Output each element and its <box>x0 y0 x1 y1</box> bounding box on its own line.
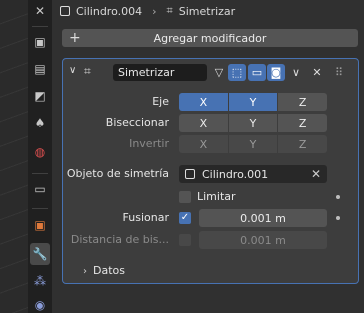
close-icon[interactable]: ✕ <box>308 64 326 81</box>
bisect-x-toggle[interactable]: X <box>179 114 228 132</box>
object-icon <box>185 169 195 179</box>
merge-label: Fusionar <box>122 211 169 224</box>
viewport-edge <box>0 0 28 313</box>
dropdown-chevron-icon[interactable]: ∨ <box>287 64 305 81</box>
chevron-right-icon: › <box>152 4 157 18</box>
wrench-screwdriver-icon: ✕ <box>34 4 46 18</box>
particles-icon: ⁂ <box>34 274 46 288</box>
merge-row: Fusionar ✓ 0.001 m <box>63 209 358 227</box>
image-icon: ◩ <box>34 89 46 103</box>
properties-tab-bar: ✕ ▣ ▤ ◩ ♠ ◍ ▭ ▣ 🔧 ⁂ ◉ <box>28 0 52 313</box>
tab-particles[interactable]: ⁂ <box>30 270 50 292</box>
chevron-right-icon: › <box>83 266 87 277</box>
world-icon: ◍ <box>34 145 46 159</box>
tab-output[interactable]: ▤ <box>30 58 50 80</box>
flip-row: Invertir X Y Z <box>63 135 358 153</box>
bisect-z-toggle[interactable]: Z <box>278 114 328 132</box>
clip-label: Limitar <box>197 190 236 203</box>
tab-tool[interactable]: ✕ <box>30 0 50 22</box>
mirror-object-field[interactable]: Cilindro.001 ✕ <box>179 165 327 183</box>
wrench-icon: 🔧 <box>32 247 48 261</box>
modifier-properties-panel: Cilindro.004 › ⌗ Simetrizar + Agregar mo… <box>52 0 364 313</box>
flip-toggle-group: X Y Z <box>179 135 328 153</box>
bisect-distance-spacer <box>179 234 191 246</box>
physics-icon: ◉ <box>34 298 46 312</box>
flip-label: Invertir <box>129 137 169 150</box>
object-square-icon: ▣ <box>34 218 46 232</box>
viewport-display-icon[interactable]: ▭ <box>248 64 266 81</box>
flip-z-toggle[interactable]: Z <box>278 135 328 153</box>
bisect-label: Biseccionar <box>105 116 169 129</box>
bisect-distance-field[interactable]: 0.001 m <box>199 231 327 249</box>
symmetrize-modifier-panel: ∨ ⌗ Simetrizar ▽ ⬚ ▭ ◙ ∨ ✕ ⠿ Eje X Y Z B… <box>62 58 359 284</box>
bisect-distance-label: Distancia de bis... <box>70 233 169 246</box>
flip-x-toggle[interactable]: X <box>179 135 228 153</box>
mirror-object-row: Objeto de simetría Cilindro.001 ✕ <box>63 165 358 183</box>
add-modifier-label: Agregar modificador <box>153 31 267 45</box>
axis-y-toggle[interactable]: Y <box>228 93 278 111</box>
bisect-y-toggle[interactable]: Y <box>228 114 278 132</box>
printer-icon: ▤ <box>34 62 46 76</box>
edit-mode-icon[interactable]: ⬚ <box>228 64 246 81</box>
drag-handle-icon[interactable]: ⠿ <box>330 64 348 81</box>
clip-checkbox[interactable] <box>179 191 191 203</box>
tab-physics[interactable]: ◉ <box>30 294 50 313</box>
clip-row: Limitar <box>63 188 358 206</box>
tab-object[interactable]: ▣ <box>30 214 50 236</box>
scene-icon: ♠ <box>34 116 46 130</box>
render-camera-icon[interactable]: ◙ <box>267 64 285 81</box>
data-section-label: Datos <box>93 264 125 277</box>
add-modifier-button[interactable]: + Agregar modificador <box>62 29 358 47</box>
plus-icon: + <box>69 30 81 46</box>
tab-render[interactable]: ▣ <box>30 31 50 53</box>
collection-box-icon: ▭ <box>34 182 46 196</box>
modifier-header: ∨ ⌗ Simetrizar ▽ ⬚ ▭ ◙ ∨ ✕ ⠿ <box>63 59 358 85</box>
keyframe-dot-icon[interactable] <box>336 216 340 220</box>
tab-separator <box>32 208 48 209</box>
axis-row: Eje X Y Z <box>63 93 358 111</box>
bisect-row: Biseccionar X Y Z <box>63 114 358 132</box>
tab-separator <box>32 173 48 174</box>
bisect-toggle-group: X Y Z <box>179 114 328 132</box>
tab-scene[interactable]: ♠ <box>30 112 50 134</box>
mirror-object-value: Cilindro.001 <box>202 167 269 181</box>
merge-distance-field[interactable]: 0.001 m <box>199 209 327 227</box>
bisect-distance-row: Distancia de bis... 0.001 m <box>63 231 358 249</box>
clear-icon[interactable]: ✕ <box>311 165 321 183</box>
tab-collection[interactable]: ▭ <box>30 178 50 200</box>
keyframe-dot-icon[interactable] <box>336 195 340 199</box>
flip-y-toggle[interactable]: Y <box>228 135 278 153</box>
symmetrize-modifier-icon[interactable]: ⌗ <box>84 64 98 78</box>
breadcrumb-modifier: Simetrizar <box>178 4 236 18</box>
tab-modifiers[interactable]: 🔧 <box>30 243 50 265</box>
mirror-object-label: Objeto de simetría <box>66 167 169 180</box>
axis-x-toggle[interactable]: X <box>179 93 228 111</box>
axis-toggle-group: X Y Z <box>179 93 328 111</box>
axis-z-toggle[interactable]: Z <box>278 93 328 111</box>
tab-world[interactable]: ◍ <box>30 141 50 163</box>
camera-back-icon: ▣ <box>34 35 46 49</box>
data-subpanel-header[interactable]: › Datos <box>83 263 125 280</box>
axis-label: Eje <box>152 95 169 108</box>
chevron-down-icon[interactable]: ∨ <box>69 65 76 76</box>
tab-view-layer[interactable]: ◩ <box>30 85 50 107</box>
tab-separator <box>32 26 48 27</box>
modifier-type-icon: ⌗ <box>166 4 173 17</box>
breadcrumb-object: Cilindro.004 <box>76 4 143 18</box>
edit-mode-cage-icon[interactable]: ▽ <box>210 64 228 81</box>
modifier-name-field[interactable]: Simetrizar <box>113 64 207 81</box>
breadcrumb: Cilindro.004 › ⌗ Simetrizar <box>52 0 364 22</box>
merge-checkbox[interactable]: ✓ <box>179 212 191 224</box>
object-icon <box>60 6 70 16</box>
